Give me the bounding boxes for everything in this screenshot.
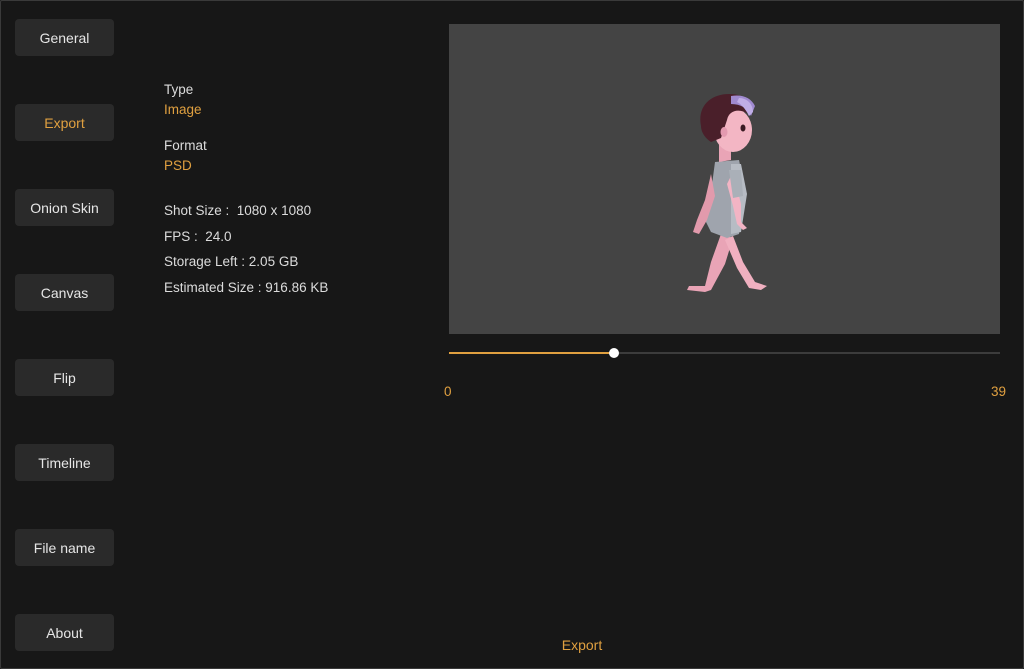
nav-export-button[interactable]: Export: [15, 104, 114, 141]
format-value[interactable]: PSD: [164, 158, 207, 173]
format-label: Format: [164, 138, 207, 153]
nav-onion-skin-button[interactable]: Onion Skin: [15, 189, 114, 226]
format-setting[interactable]: Format PSD: [164, 138, 207, 173]
type-label: Type: [164, 82, 194, 97]
nav-canvas-button[interactable]: Canvas: [15, 274, 114, 311]
slider-min-label: 0: [444, 384, 452, 399]
fps-text: FPS : 24.0: [164, 229, 232, 244]
nav-general-button[interactable]: General: [15, 19, 114, 56]
nav-file-name-button[interactable]: File name: [15, 529, 114, 566]
export-button[interactable]: Export: [540, 637, 624, 657]
slider-max-label: 39: [991, 384, 1007, 399]
shot-size-text: Shot Size : 1080 x 1080: [164, 203, 312, 218]
nav-flip-button[interactable]: Flip: [15, 359, 114, 396]
frame-slider[interactable]: [449, 346, 1000, 360]
estimated-size-text: Estimated Size : 916.86 KB: [164, 280, 329, 295]
nav-timeline-button[interactable]: Timeline: [15, 444, 114, 481]
storage-left-text: Storage Left : 2.05 GB: [164, 254, 299, 269]
type-setting[interactable]: Type Image: [164, 82, 202, 117]
slider-thumb[interactable]: [609, 348, 620, 358]
slider-progress: [449, 352, 615, 354]
type-value[interactable]: Image: [164, 102, 202, 117]
preview-canvas: [449, 24, 1000, 334]
character-illustration: [687, 94, 767, 292]
nav-about-button[interactable]: About: [15, 614, 114, 651]
